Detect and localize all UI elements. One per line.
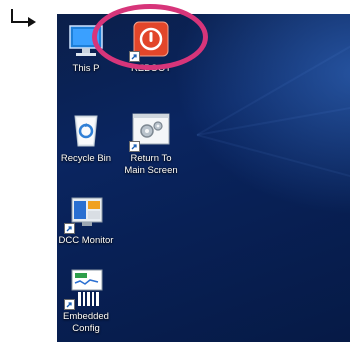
dcc-monitor-icon — [64, 192, 106, 234]
dcc-monitor-shortcut[interactable]: DCC Monitor — [57, 192, 123, 247]
shortcut-arrow-icon — [64, 299, 75, 310]
embedded-config-label-line1: Embedded — [63, 311, 109, 322]
recycle-bin-label: Recycle Bin — [60, 153, 112, 164]
embedded-config-icon — [64, 268, 106, 310]
shortcut-arrow-icon — [129, 141, 140, 152]
return-main-shortcut[interactable]: Return To Main Screen — [114, 110, 188, 177]
return-main-label-line2: Main Screen — [124, 165, 178, 176]
dcc-monitor-label: DCC Monitor — [58, 235, 114, 246]
this-pc-label: This P — [72, 63, 100, 74]
recycle-bin-icon — [66, 110, 106, 150]
desktop: This P REBOOT Recycle Bin Return To Main… — [57, 14, 350, 342]
pointer-arrow-icon — [11, 9, 36, 27]
reboot-highlight-ellipse — [92, 4, 208, 70]
return-main-label-line1: Return To — [130, 153, 172, 164]
gears-icon — [129, 110, 171, 152]
shortcut-arrow-icon — [64, 223, 75, 234]
embedded-config-label-line2: Config — [72, 323, 100, 334]
embedded-config-shortcut[interactable]: Embedded Config — [57, 268, 123, 335]
